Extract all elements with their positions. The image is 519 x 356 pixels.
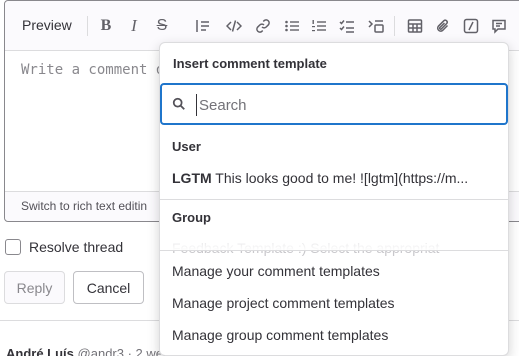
reply-button[interactable]: Reply — [4, 271, 65, 304]
author-name[interactable]: André Luís — [6, 346, 74, 356]
template-item-lgtm[interactable]: LGTM This looks good to me! ![lgtm](http… — [172, 170, 498, 186]
numbered-list-icon[interactable] — [308, 15, 330, 37]
switch-rich-text-link[interactable]: Switch to rich text editin — [21, 199, 147, 213]
manage-project-templates-link[interactable]: Manage project comment templates — [172, 295, 498, 311]
preview-tab[interactable]: Preview — [22, 17, 72, 33]
author-handle[interactable]: @andr3 — [78, 346, 124, 356]
strikethrough-icon[interactable]: S — [151, 15, 173, 37]
search-input[interactable] — [196, 94, 486, 116]
manage-your-templates-link[interactable]: Manage your comment templates — [172, 263, 498, 279]
search-box[interactable] — [160, 83, 508, 125]
code-icon[interactable] — [223, 15, 245, 37]
search-icon — [172, 97, 185, 110]
attach-file-icon[interactable] — [432, 15, 454, 37]
resolve-thread[interactable]: Resolve thread — [5, 239, 123, 255]
template-body: This looks good to me! ![lgtm](https://m… — [215, 170, 469, 186]
scroll-fade — [160, 233, 508, 251]
task-list-icon[interactable] — [336, 15, 358, 37]
quote-icon[interactable] — [192, 15, 214, 37]
group-title-user: User — [172, 139, 201, 154]
italic-icon[interactable]: I — [123, 15, 145, 37]
comment-template-icon[interactable] — [488, 15, 510, 37]
template-name: LGTM — [172, 170, 212, 186]
dropdown-header: Insert comment template — [173, 56, 327, 71]
manage-group-templates-link[interactable]: Manage group comment templates — [172, 327, 498, 343]
cancel-button[interactable]: Cancel — [73, 271, 144, 304]
comment-textarea[interactable]: Write a comment o — [21, 62, 164, 78]
toolbar-divider — [87, 16, 88, 36]
comment-template-dropdown: Insert comment template User LGTM This l… — [159, 42, 509, 356]
bold-icon[interactable]: B — [95, 15, 117, 37]
dropdown-divider — [160, 250, 508, 251]
link-icon[interactable] — [252, 15, 274, 37]
group-title-group: Group — [172, 210, 211, 225]
resolve-thread-label: Resolve thread — [29, 239, 124, 255]
table-icon[interactable] — [404, 15, 426, 37]
resolve-thread-checkbox[interactable] — [5, 239, 21, 255]
dropdown-divider — [160, 199, 508, 200]
bullet-list-icon[interactable] — [281, 15, 303, 37]
collapsible-section-icon[interactable] — [365, 15, 387, 37]
toolbar-divider — [394, 16, 395, 36]
quick-actions-icon[interactable] — [460, 15, 482, 37]
